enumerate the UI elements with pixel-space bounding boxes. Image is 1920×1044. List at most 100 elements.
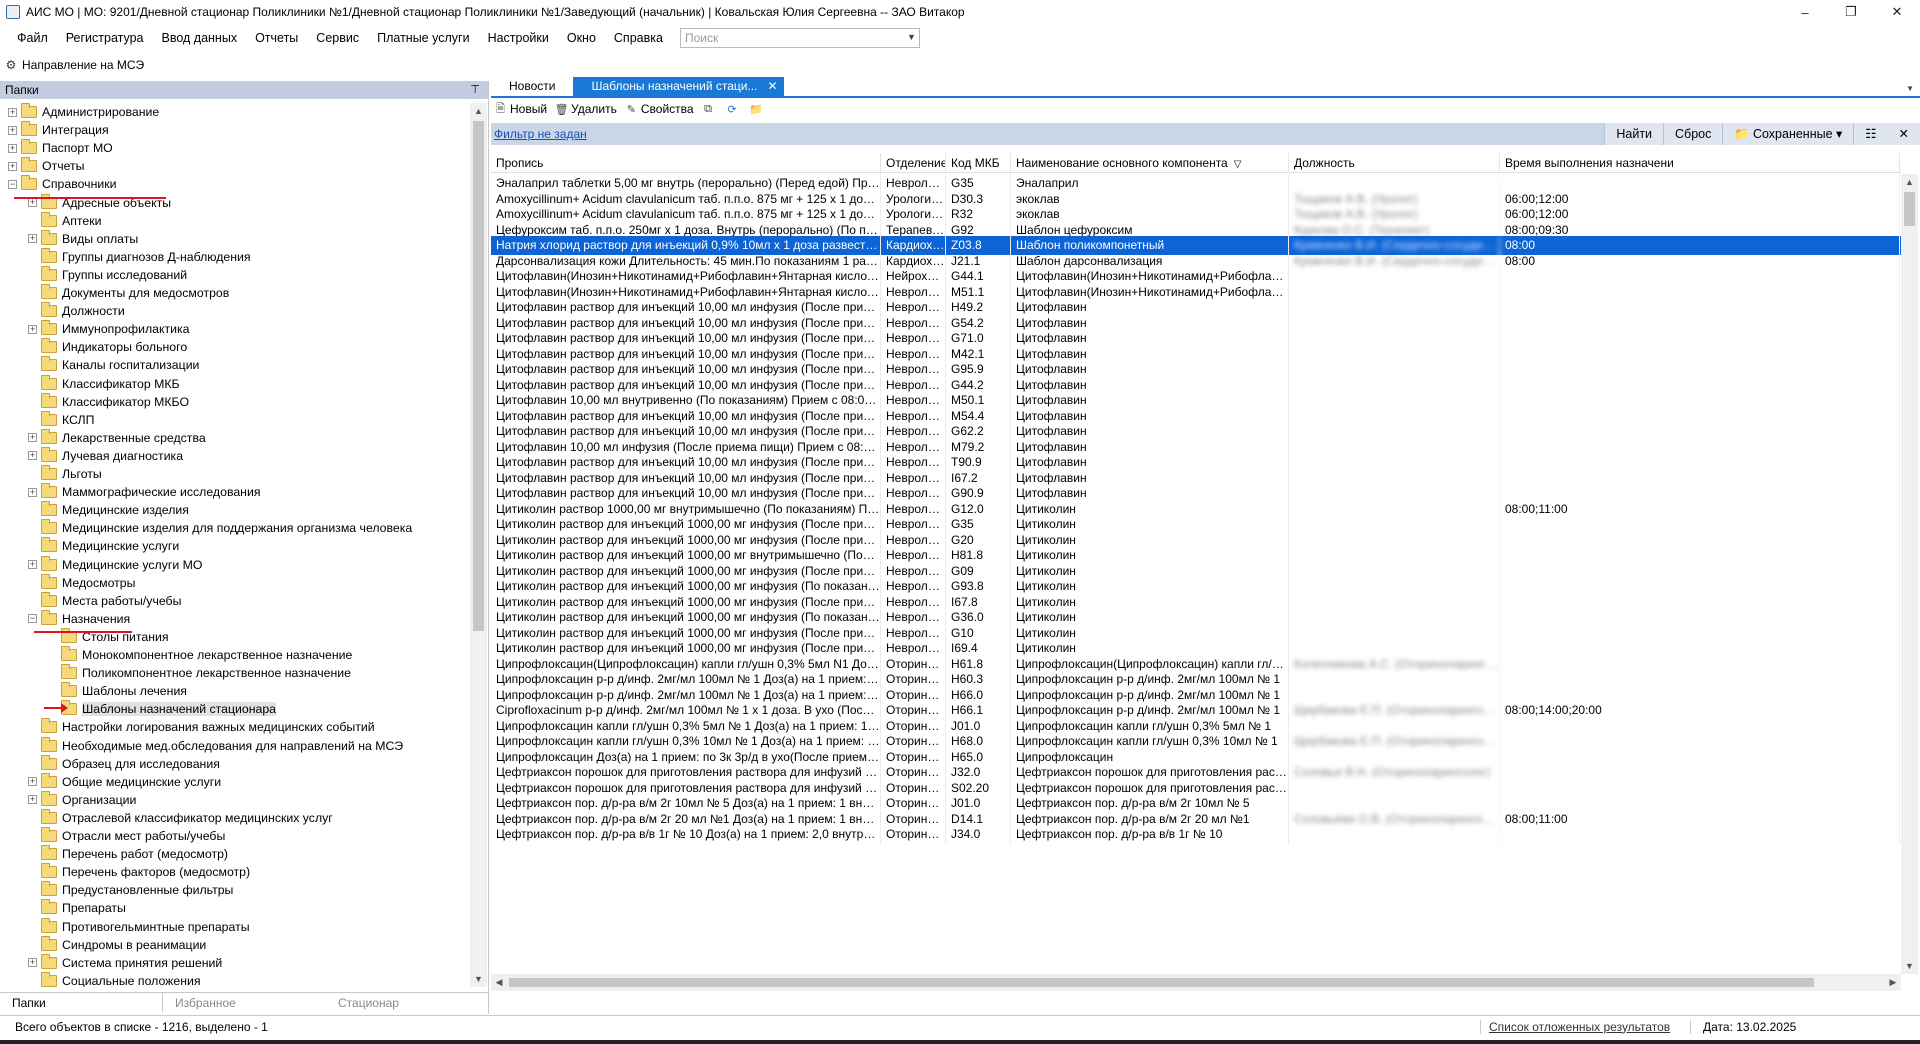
expand-icon[interactable]: + (28, 560, 37, 569)
tabs-menu-icon[interactable]: ▼ (1906, 84, 1914, 93)
mse-direction-button[interactable]: Направление на МСЭ (22, 58, 144, 72)
tree-node[interactable]: Индикаторы больного (28, 338, 187, 356)
tree-node[interactable]: Отрасли мест работы/учебы (28, 827, 225, 845)
mse-direction-icon[interactable]: ⚙ (4, 58, 18, 72)
tree-node[interactable]: Классификатор МКБ (28, 374, 180, 393)
column-header[interactable]: Код МКБ (946, 153, 1011, 173)
tree-node[interactable]: + Общие медицинские услуги (28, 772, 221, 791)
column-header[interactable]: Время выполнения назначени (1500, 153, 1900, 173)
collapse-icon[interactable]: − (28, 614, 37, 624)
folders-bottom-tab[interactable]: Папки (0, 993, 163, 1012)
scroll-right-icon[interactable]: ▶ (1885, 974, 1901, 991)
search-input[interactable]: Поиск ▼ (679, 28, 920, 48)
tree-node[interactable]: + Иммунопрофилактика (28, 320, 190, 338)
tree-node[interactable]: Отраслевой классификатор медицинских усл… (28, 808, 333, 827)
column-header[interactable]: Пропись (491, 153, 881, 173)
expand-icon[interactable]: + (28, 451, 37, 461)
tree-node[interactable]: Шаблоны лечения (48, 682, 187, 700)
tree-node[interactable]: + Лучевая диагностика (28, 446, 183, 465)
expand-icon[interactable]: + (28, 198, 37, 207)
collapse-icon[interactable]: − (8, 179, 17, 189)
scroll-down-icon[interactable]: ▼ (470, 971, 487, 987)
grid-horizontal-scrollbar[interactable]: ◀ ▶ (491, 974, 1901, 991)
tree-node[interactable]: + Отчеты (8, 157, 85, 175)
filter-close-icon[interactable]: ✕ (1888, 123, 1920, 145)
expand-icon[interactable]: + (28, 234, 37, 244)
folder-tree-scrollbar[interactable]: ▲ ▼ (470, 103, 487, 987)
expand-icon[interactable]: + (28, 777, 37, 787)
tree-node[interactable]: Документы для медосмотров (28, 284, 229, 302)
expand-icon[interactable]: + (28, 795, 37, 805)
menu-item[interactable]: Ввод данных (153, 27, 247, 49)
tree-node[interactable]: Медицинские услуги (28, 537, 179, 555)
tree-node[interactable]: + Лекарственные средства (28, 428, 206, 447)
copy-button[interactable]: ⧉ (702, 103, 718, 116)
tree-node[interactable]: + Маммографические исследования (28, 483, 261, 501)
folders-bottom-tab[interactable]: Стационар (326, 993, 489, 1012)
close-icon[interactable]: ✕ (1874, 0, 1920, 24)
minimize-icon[interactable]: – (1782, 0, 1828, 24)
tree-node[interactable]: Социальные положения (28, 971, 201, 987)
reset-button[interactable]: Сброс (1663, 123, 1722, 145)
expand-icon[interactable]: + (8, 107, 17, 117)
scroll-thumb[interactable] (1904, 192, 1915, 226)
tree-node[interactable]: + Виды оплаты (28, 229, 138, 248)
tree-node[interactable]: Шаблоны назначений стационара (48, 700, 277, 718)
tab-news[interactable]: Новости (491, 77, 573, 96)
tree-node[interactable]: + Медицинские услуги МО (28, 555, 202, 574)
filter-settings-icon[interactable]: ☷ (1853, 123, 1887, 145)
chevron-down-icon[interactable]: ▼ (907, 32, 916, 42)
tree-node[interactable]: − Справочники (8, 175, 117, 193)
folders-bottom-tab[interactable]: Избранное (163, 993, 326, 1012)
refresh-button[interactable]: ⟳ (726, 103, 742, 116)
delete-button[interactable]: 🗑 Удалить (555, 102, 617, 116)
sort-descending-icon[interactable]: ▽ (1234, 159, 1242, 170)
filter-link[interactable]: Фильтр не задан (491, 127, 587, 141)
tree-node[interactable]: Поликомпонентное лекарственное назначени… (48, 664, 351, 682)
tree-node[interactable]: Образец для исследования (28, 754, 220, 773)
menu-item[interactable]: Сервис (307, 27, 368, 49)
close-tab-icon[interactable]: ✕ (767, 77, 777, 96)
menu-item[interactable]: Настройки (479, 27, 558, 49)
tree-node[interactable]: + Система принятия решений (28, 953, 222, 972)
tree-node[interactable]: Настройки логирования важных медицинских… (28, 718, 375, 736)
column-header[interactable]: Должность (1289, 153, 1500, 173)
tree-node[interactable]: Препараты (28, 899, 126, 917)
new-button[interactable]: 🗎 Новый (494, 102, 547, 116)
properties-button[interactable]: ✎ Свойства (625, 102, 694, 116)
deferred-results-link[interactable]: Список отложенных результатов (1480, 1019, 1690, 1034)
expand-icon[interactable]: + (8, 161, 17, 171)
expand-icon[interactable]: + (28, 324, 37, 334)
expand-icon[interactable]: + (28, 487, 37, 497)
tree-node[interactable]: Перечень работ (медосмотр) (28, 845, 228, 863)
expand-icon[interactable]: + (28, 958, 37, 968)
saved-filters-button[interactable]: 📁 Сохраненные ▾ (1722, 123, 1853, 145)
tree-node[interactable]: + Администрирование (8, 103, 159, 121)
tree-node[interactable]: Должности (28, 302, 125, 320)
tree-node[interactable]: Льготы (28, 465, 102, 483)
tree-node[interactable]: Необходимые мед.обследования для направл… (28, 736, 403, 755)
scroll-thumb[interactable] (473, 121, 484, 631)
pin-icon[interactable]: ⊤ (470, 83, 480, 96)
tree-node[interactable]: КСЛП (28, 410, 94, 429)
menu-item[interactable]: Платные услуги (368, 27, 478, 49)
scroll-down-icon[interactable]: ▼ (1901, 958, 1918, 974)
folder-button[interactable]: 📁 (749, 103, 766, 116)
expand-icon[interactable]: + (28, 433, 37, 443)
find-button[interactable]: Найти (1604, 123, 1663, 145)
scroll-up-icon[interactable]: ▲ (470, 103, 487, 119)
table-row[interactable]: Цефтриаксон пор. д/р-ра в/в 1г № 10 Доз(… (491, 825, 1901, 844)
tree-node[interactable]: Группы исследований (28, 265, 187, 284)
expand-icon[interactable]: + (8, 143, 17, 153)
tree-node[interactable]: + Организации (28, 790, 136, 809)
tree-node[interactable]: Медицинские изделия для поддержания орга… (28, 519, 412, 537)
scroll-up-icon[interactable]: ▲ (1901, 174, 1918, 190)
tree-node[interactable]: + Паспорт МО (8, 139, 113, 157)
column-header[interactable]: Наименование основного компонента ▽ (1011, 153, 1289, 173)
restore-icon[interactable]: ❐ (1828, 0, 1874, 24)
scroll-thumb[interactable] (509, 978, 1814, 987)
tree-node[interactable]: Предустановленные фильтры (28, 881, 233, 899)
tree-node[interactable]: Места работы/учебы (28, 591, 181, 610)
tree-node[interactable]: Синдромы в реанимации (28, 935, 206, 954)
tree-node[interactable]: Монокомпонентное лекарственное назначени… (48, 646, 352, 664)
